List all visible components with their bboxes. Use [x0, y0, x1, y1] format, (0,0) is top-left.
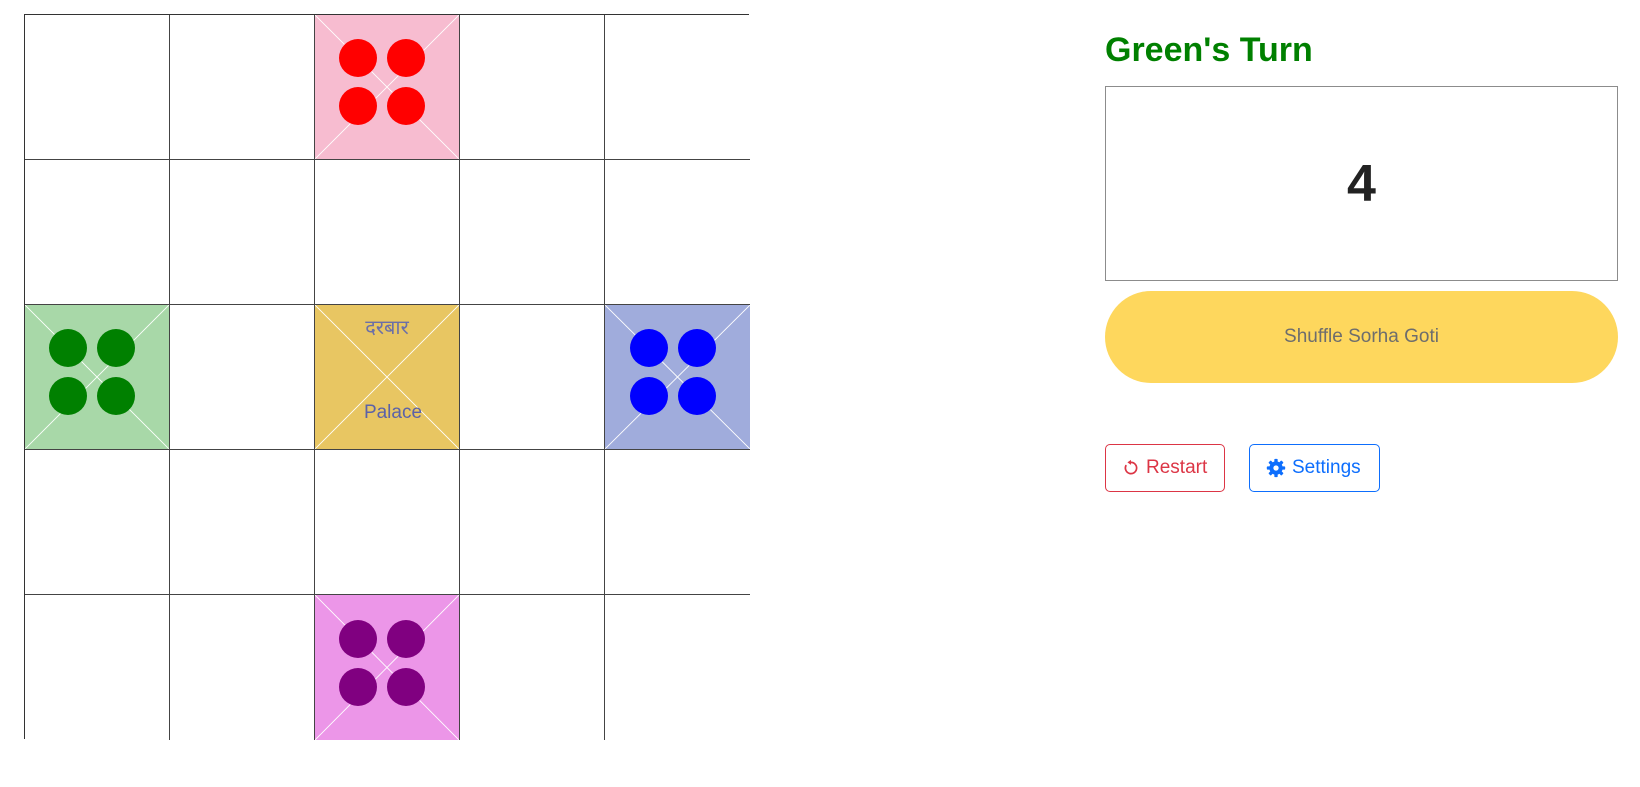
pawn-blue[interactable]: [677, 329, 716, 367]
palace-label: Palace: [363, 402, 423, 423]
board-cell[interactable]: [605, 595, 750, 740]
board-cell[interactable]: [460, 160, 605, 305]
board-cell[interactable]: [25, 595, 170, 740]
board-cell[interactable]: [170, 15, 315, 160]
pawn-group-purple: [339, 619, 435, 716]
settings-button[interactable]: Settings: [1249, 444, 1380, 492]
board-cell[interactable]: [605, 160, 750, 305]
pawn-group-blue: [629, 329, 726, 425]
home-cell-blue[interactable]: [605, 305, 750, 450]
pawn-red[interactable]: [339, 39, 377, 77]
board-cell[interactable]: [170, 450, 315, 595]
board-cell[interactable]: [315, 450, 460, 595]
pawn-purple[interactable]: [339, 619, 377, 658]
board-cell[interactable]: [25, 15, 170, 160]
pawn-blue[interactable]: [629, 377, 668, 415]
pawn-blue[interactable]: [629, 329, 668, 367]
pawn-group-green: [49, 329, 145, 425]
board-cell[interactable]: [25, 450, 170, 595]
pawn-red[interactable]: [339, 87, 377, 125]
board-cell[interactable]: [460, 15, 605, 160]
gear-icon: [1266, 458, 1286, 478]
pawn-group-red: [339, 39, 435, 135]
home-cell-purple[interactable]: [315, 595, 460, 740]
pawn-purple[interactable]: [339, 667, 377, 706]
pawn-red[interactable]: [387, 39, 425, 77]
board-cell[interactable]: [315, 160, 460, 305]
pawn-purple[interactable]: [387, 619, 425, 658]
dice-value: 4: [1347, 154, 1376, 213]
dice-display[interactable]: 4: [1105, 86, 1618, 281]
board-cell[interactable]: [605, 450, 750, 595]
restart-button[interactable]: Restart: [1105, 444, 1225, 492]
settings-button-label: Settings: [1292, 457, 1361, 478]
turn-indicator: Green's Turn: [1105, 31, 1313, 69]
pawn-blue[interactable]: [677, 377, 716, 415]
board-cell[interactable]: [460, 595, 605, 740]
restart-button-label: Restart: [1146, 457, 1208, 478]
shuffle-button-label: Shuffle Sorha Goti: [1284, 326, 1439, 347]
shuffle-button[interactable]: Shuffle Sorha Goti: [1105, 291, 1618, 383]
control-panel: Green's Turn 4 Shuffle Sorha Goti Restar…: [1105, 22, 1618, 492]
board-cell[interactable]: [605, 15, 750, 160]
board-cell[interactable]: [170, 595, 315, 740]
pawn-green[interactable]: [97, 377, 135, 415]
palace-cell[interactable]: दरबार Palace: [315, 305, 460, 450]
pawn-red[interactable]: [387, 87, 425, 125]
home-cell-red[interactable]: [315, 15, 460, 160]
board-cell[interactable]: [170, 305, 315, 450]
home-cell-green[interactable]: [25, 305, 170, 450]
restart-icon: [1124, 459, 1138, 475]
pawn-purple[interactable]: [387, 667, 425, 706]
board-cell[interactable]: [25, 160, 170, 305]
palace-label-hindi: दरबार: [365, 315, 409, 339]
game-board: दरबार Palace: [24, 14, 750, 740]
pawn-green[interactable]: [49, 377, 87, 415]
board-cell[interactable]: [460, 450, 605, 595]
board-cell[interactable]: [460, 305, 605, 450]
board-cell[interactable]: [170, 160, 315, 305]
pawn-green[interactable]: [97, 329, 135, 367]
pawn-green[interactable]: [49, 329, 87, 367]
